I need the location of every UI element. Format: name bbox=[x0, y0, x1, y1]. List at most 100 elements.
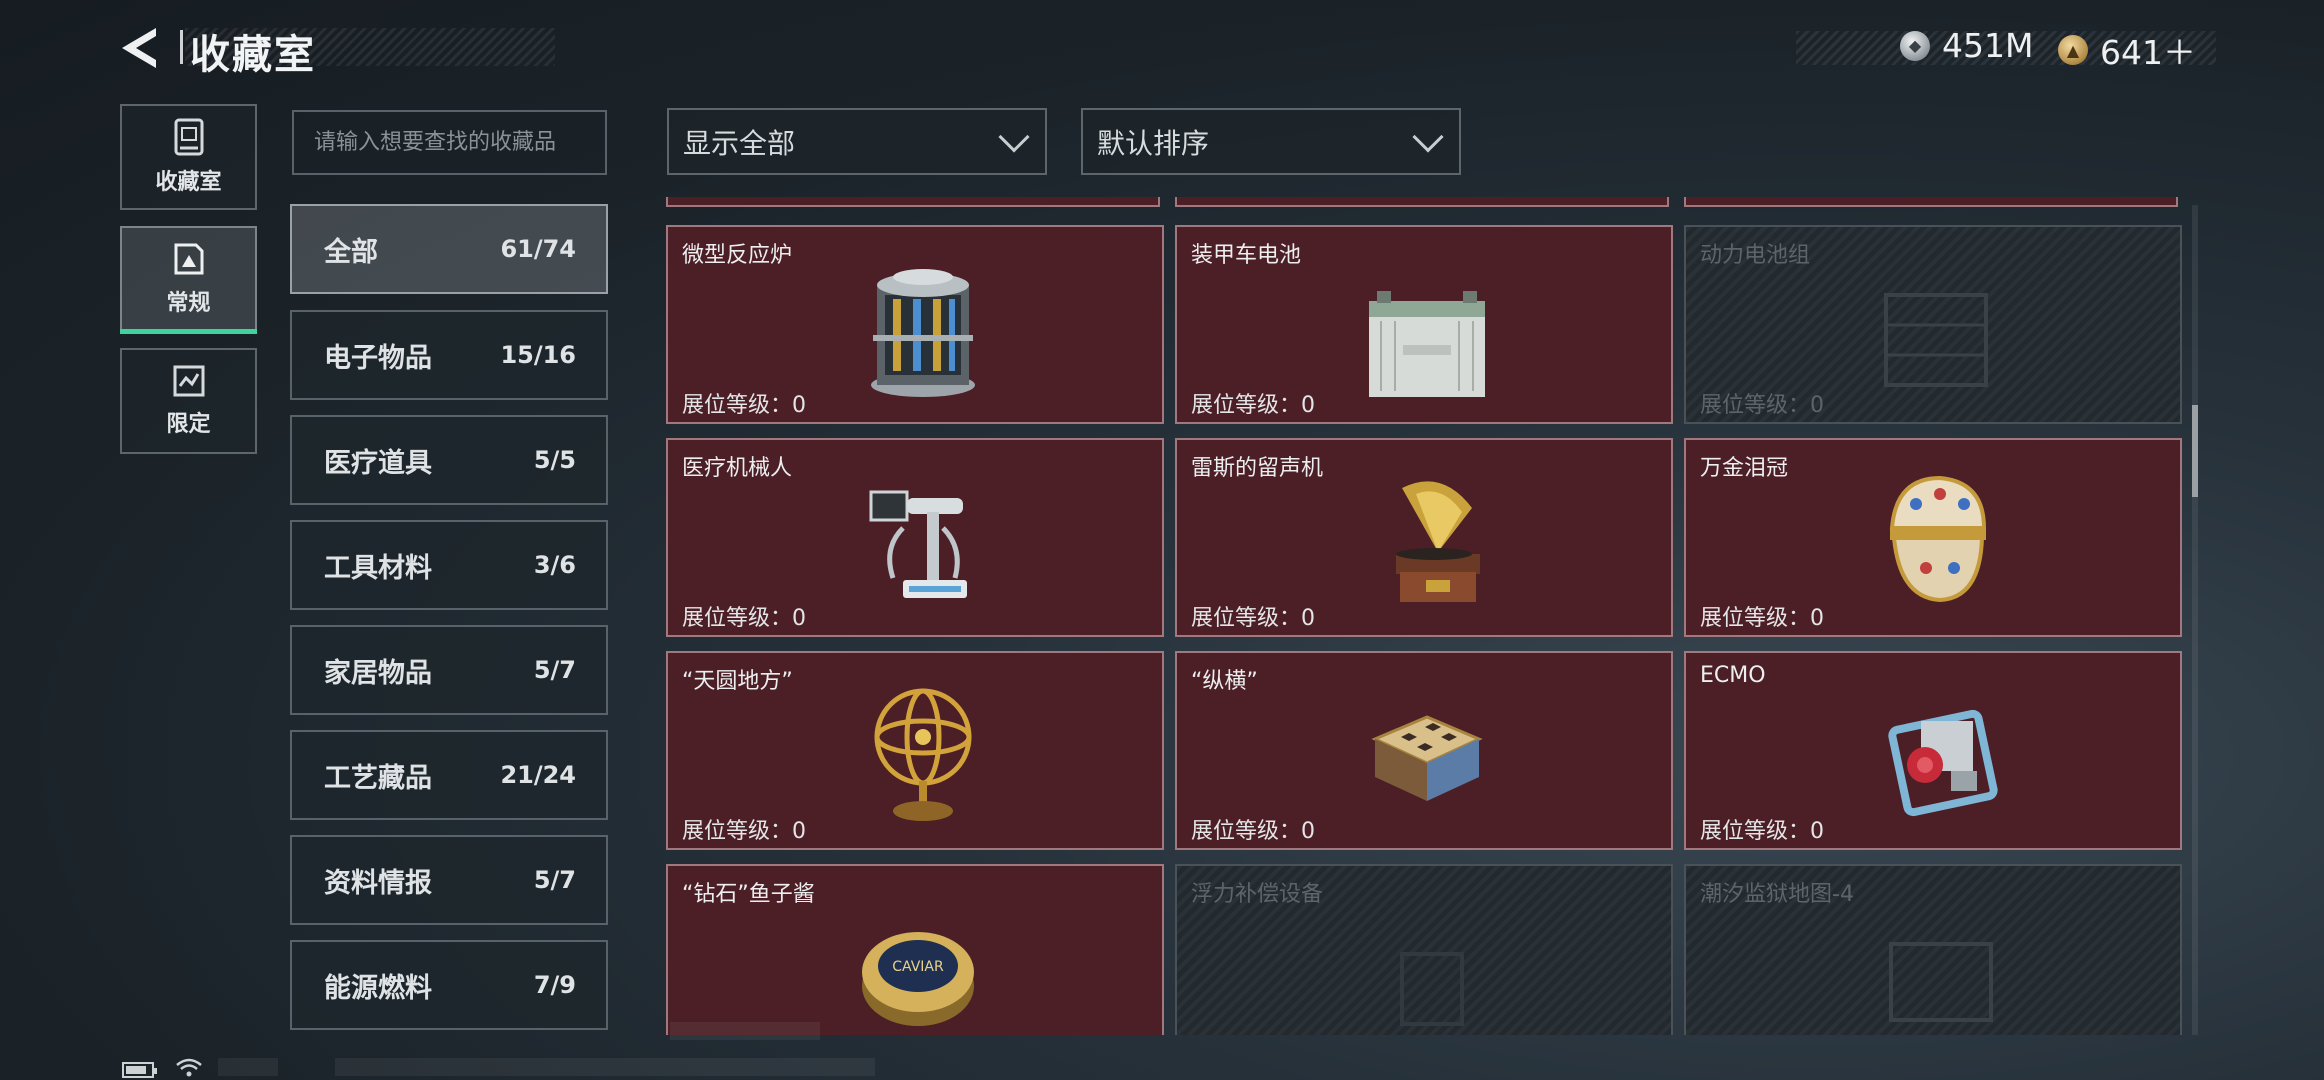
category-name: 资料情报 bbox=[324, 867, 432, 899]
card-stub bbox=[1684, 197, 2178, 207]
collection-grid[interactable]: 微型反应炉 展位等级：0 装甲车电池 展位等级：0 动力电池组 展位等级：0 医… bbox=[664, 197, 2184, 1035]
card-level: 展位等级：0 bbox=[1700, 819, 1824, 844]
card-name: 万金泪冠 bbox=[1700, 456, 1789, 481]
collection-card[interactable]: “钻石”鱼子酱 CAVIAR bbox=[666, 864, 1164, 1035]
collection-card[interactable]: “纵横” 展位等级：0 bbox=[1175, 651, 1673, 850]
collection-card-locked[interactable]: 动力电池组 展位等级：0 bbox=[1684, 225, 2182, 424]
category-all[interactable]: 全部 61/74 bbox=[290, 204, 608, 294]
battery-pack-icon bbox=[1884, 293, 1988, 387]
nav-tab-collection-room[interactable]: 收藏室 bbox=[120, 104, 257, 210]
collection-card-locked[interactable]: 潮汐监狱地图-4 bbox=[1684, 864, 2182, 1035]
collection-card[interactable]: 医疗机械人 展位等级：0 bbox=[666, 438, 1164, 637]
map-icon bbox=[1889, 942, 1993, 1022]
collection-card[interactable]: 微型反应炉 展位等级：0 bbox=[666, 225, 1164, 424]
currency-silver-value: 451M bbox=[1942, 26, 2034, 65]
card-name: 微型反应炉 bbox=[682, 243, 793, 268]
category-household[interactable]: 家居物品 5/7 bbox=[290, 625, 608, 715]
caviar-tin-icon: CAVIAR bbox=[862, 932, 974, 1026]
card-level: 展位等级：0 bbox=[682, 819, 806, 844]
card-name: 浮力补偿设备 bbox=[1191, 882, 1324, 907]
card-level: 展位等级：0 bbox=[1191, 606, 1315, 631]
status-blur bbox=[218, 1058, 278, 1076]
category-name: 工艺藏品 bbox=[324, 762, 432, 794]
wifi-icon bbox=[176, 1058, 202, 1077]
chess-box-icon bbox=[1371, 715, 1483, 801]
category-count: 61/74 bbox=[500, 235, 576, 263]
nav-tab-regular[interactable]: 常规 bbox=[120, 226, 257, 334]
card-level: 展位等级：0 bbox=[1191, 819, 1315, 844]
category-count: 3/6 bbox=[533, 551, 576, 579]
category-count: 5/7 bbox=[533, 866, 576, 894]
category-name: 全部 bbox=[324, 236, 378, 268]
collection-card[interactable]: “天圆地方” 展位等级：0 bbox=[666, 651, 1164, 850]
back-arrow-icon[interactable] bbox=[118, 26, 168, 70]
currency-gold-value: 641＋ bbox=[2100, 33, 2196, 72]
nav-tab-collection-room-label: 收藏室 bbox=[155, 170, 222, 195]
collection-card[interactable]: 雷斯的留声机 展位等级：0 bbox=[1175, 438, 1673, 637]
limited-icon bbox=[173, 365, 204, 397]
jeweled-egg-icon bbox=[1889, 475, 1987, 603]
card-name: ECMO bbox=[1700, 663, 1766, 688]
category-count: 21/24 bbox=[500, 761, 576, 789]
page-title: 收藏室 bbox=[190, 32, 316, 78]
collection-card[interactable]: ECMO 展位等级：0 bbox=[1684, 651, 2182, 850]
battery-icon bbox=[122, 1062, 157, 1078]
scrollbar-track[interactable] bbox=[2192, 205, 2198, 1035]
card-name: 装甲车电池 bbox=[1191, 243, 1302, 268]
category-energy[interactable]: 能源燃料 7/9 bbox=[290, 940, 608, 1030]
category-name: 家居物品 bbox=[324, 657, 432, 689]
collection-card[interactable]: 装甲车电池 展位等级：0 bbox=[1175, 225, 1673, 424]
card-level: 展位等级：0 bbox=[1700, 393, 1824, 418]
buoyancy-device-icon bbox=[1400, 952, 1464, 1026]
armillary-sphere-icon bbox=[874, 688, 972, 821]
regular-icon bbox=[174, 243, 203, 275]
card-name: 医疗机械人 bbox=[682, 456, 793, 481]
category-count: 5/5 bbox=[533, 446, 576, 474]
category-medical[interactable]: 医疗道具 5/5 bbox=[290, 415, 608, 505]
collection-card-locked[interactable]: 浮力补偿设备 bbox=[1175, 864, 1673, 1035]
status-blur bbox=[670, 1022, 820, 1040]
category-count: 7/9 bbox=[533, 971, 576, 999]
silver-coin-icon: ◆ bbox=[1900, 30, 1930, 61]
category-crafts[interactable]: 工艺藏品 21/24 bbox=[290, 730, 608, 820]
category-intel[interactable]: 资料情报 5/7 bbox=[290, 835, 608, 925]
card-stub bbox=[666, 197, 1160, 207]
category-electronics[interactable]: 电子物品 15/16 bbox=[290, 310, 608, 400]
card-name: “钻石”鱼子酱 bbox=[682, 882, 815, 907]
card-stub bbox=[1175, 197, 1669, 207]
caviar-label: CAVIAR bbox=[892, 959, 944, 975]
currency-gold[interactable]: ▲ 641＋ bbox=[2058, 26, 2196, 74]
card-name: 雷斯的留声机 bbox=[1191, 456, 1324, 481]
card-name: 动力电池组 bbox=[1700, 243, 1811, 268]
chevron-down-icon bbox=[1412, 120, 1444, 153]
scrollbar-thumb[interactable] bbox=[2192, 405, 2198, 497]
nav-tab-limited-label: 限定 bbox=[166, 412, 211, 437]
card-name: “天圆地方” bbox=[682, 669, 793, 694]
title-divider bbox=[180, 30, 183, 64]
nav-tab-limited[interactable]: 限定 bbox=[120, 348, 257, 454]
category-count: 5/7 bbox=[533, 656, 576, 684]
medical-robot-icon bbox=[869, 490, 967, 598]
card-level: 展位等级：0 bbox=[682, 606, 806, 631]
search-input[interactable] bbox=[292, 110, 607, 175]
nav-tab-regular-label: 常规 bbox=[166, 291, 211, 316]
category-name: 能源燃料 bbox=[324, 972, 432, 1004]
card-level: 展位等级：0 bbox=[1191, 393, 1315, 418]
sort-value: 默认排序 bbox=[1097, 126, 1210, 160]
card-level: 展位等级：0 bbox=[682, 393, 806, 418]
status-blur bbox=[335, 1058, 875, 1076]
category-name: 医疗道具 bbox=[324, 447, 432, 479]
gramophone-icon bbox=[1396, 481, 1480, 602]
display-filter-dropdown[interactable]: 显示全部 bbox=[667, 108, 1047, 175]
card-name: 潮汐监狱地图-4 bbox=[1700, 882, 1854, 907]
category-name: 工具材料 bbox=[324, 552, 432, 584]
battery-box-icon bbox=[1369, 291, 1485, 397]
currency-silver[interactable]: ◆ 451M bbox=[1900, 26, 2033, 65]
card-level: 展位等级：0 bbox=[1700, 606, 1824, 631]
display-filter-value: 显示全部 bbox=[683, 126, 796, 160]
collection-card[interactable]: 万金泪冠 展位等级：0 bbox=[1684, 438, 2182, 637]
sort-dropdown[interactable]: 默认排序 bbox=[1081, 108, 1461, 175]
category-count: 15/16 bbox=[500, 341, 576, 369]
category-tools[interactable]: 工具材料 3/6 bbox=[290, 520, 608, 610]
chevron-down-icon bbox=[998, 120, 1030, 153]
